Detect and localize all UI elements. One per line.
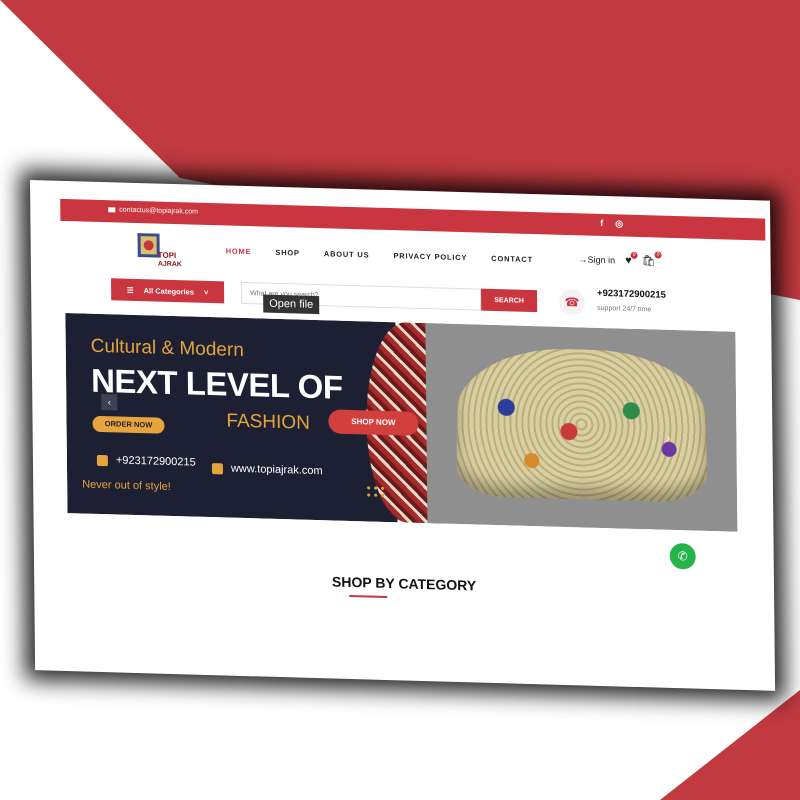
categories-label: All Categories bbox=[143, 285, 195, 297]
search-button[interactable]: SEARCH bbox=[480, 288, 538, 313]
nav-privacy-policy[interactable]: PRIVACY POLICY bbox=[393, 251, 467, 262]
site-logo[interactable]: TOPI AJRAK bbox=[136, 233, 184, 268]
hero-banner: Cultural & Modern NEXT LEVEL OF ORDER NO… bbox=[65, 312, 738, 532]
globe-icon bbox=[211, 462, 224, 474]
chevron-down-icon: ˅ bbox=[203, 287, 209, 297]
menu-icon: ☰ bbox=[126, 285, 134, 295]
topi-hat-image bbox=[455, 345, 708, 503]
contact-email[interactable]: contactus@topiajrak.com bbox=[108, 206, 198, 216]
header-actions: →Sign in ♥ 0 🛍 0 bbox=[579, 251, 662, 267]
section-title: SHOP BY CATEGORY bbox=[331, 573, 477, 594]
signin-link[interactable]: →Sign in bbox=[579, 254, 616, 265]
section-underline bbox=[349, 594, 388, 599]
main-nav: HOME SHOP ABOUT US PRIVACY POLICY CONTAC… bbox=[226, 246, 533, 264]
slider-prev-button[interactable]: ‹ bbox=[101, 394, 118, 411]
nav-home[interactable]: HOME bbox=[226, 246, 252, 256]
decorative-dots bbox=[367, 486, 387, 497]
all-categories-dropdown[interactable]: ☰ All Categories ˅ bbox=[111, 278, 225, 304]
phone-icon: ☎ bbox=[558, 288, 586, 316]
arrow-right-icon: → bbox=[578, 253, 588, 265]
nav-shop[interactable]: SHOP bbox=[275, 248, 300, 258]
mail-icon bbox=[108, 207, 116, 213]
nav-about-us[interactable]: ABOUT US bbox=[324, 249, 370, 259]
logo-text-ajrak: AJRAK bbox=[158, 261, 182, 269]
nav-contact[interactable]: CONTACT bbox=[491, 254, 533, 264]
banner-website-text: www.topiajrak.com bbox=[230, 462, 323, 478]
signin-label: Sign in bbox=[587, 254, 616, 265]
facebook-icon[interactable]: f bbox=[600, 218, 603, 229]
wishlist-count: 0 bbox=[630, 251, 638, 259]
contact-phone[interactable]: +923172900215 bbox=[597, 288, 666, 301]
tooltip: Open file bbox=[263, 294, 320, 315]
banner-fashion: FASHION bbox=[226, 410, 310, 434]
banner-phone-text: +923172900215 bbox=[115, 454, 196, 469]
email-text: contactus@topiajrak.com bbox=[119, 206, 199, 216]
instagram-icon[interactable]: ◎ bbox=[615, 218, 623, 229]
phone-icon bbox=[96, 454, 108, 466]
banner-tagline: Never out of style! bbox=[82, 478, 171, 493]
support-text: support 24/7 time bbox=[597, 304, 652, 314]
whatsapp-icon[interactable]: ✆ bbox=[669, 542, 696, 570]
shop-now-button[interactable]: SHOP NOW bbox=[328, 409, 419, 436]
cart-icon[interactable]: 🛍 0 bbox=[642, 251, 662, 267]
slider-next-button[interactable]: › bbox=[666, 433, 670, 445]
cart-count: 0 bbox=[654, 251, 662, 259]
logo-text-topi: TOPI bbox=[158, 251, 177, 261]
banner-subtitle: Cultural & Modern bbox=[90, 335, 244, 361]
social-links: f ◎ bbox=[600, 218, 623, 230]
banner-headline: NEXT LEVEL OF bbox=[90, 361, 343, 406]
order-now-button[interactable]: ORDER NOW bbox=[92, 415, 165, 434]
wishlist-icon[interactable]: ♥ 0 bbox=[625, 251, 638, 266]
website-screenshot: contactus@topiajrak.com f ◎ TOPI AJRAK H… bbox=[30, 180, 776, 691]
